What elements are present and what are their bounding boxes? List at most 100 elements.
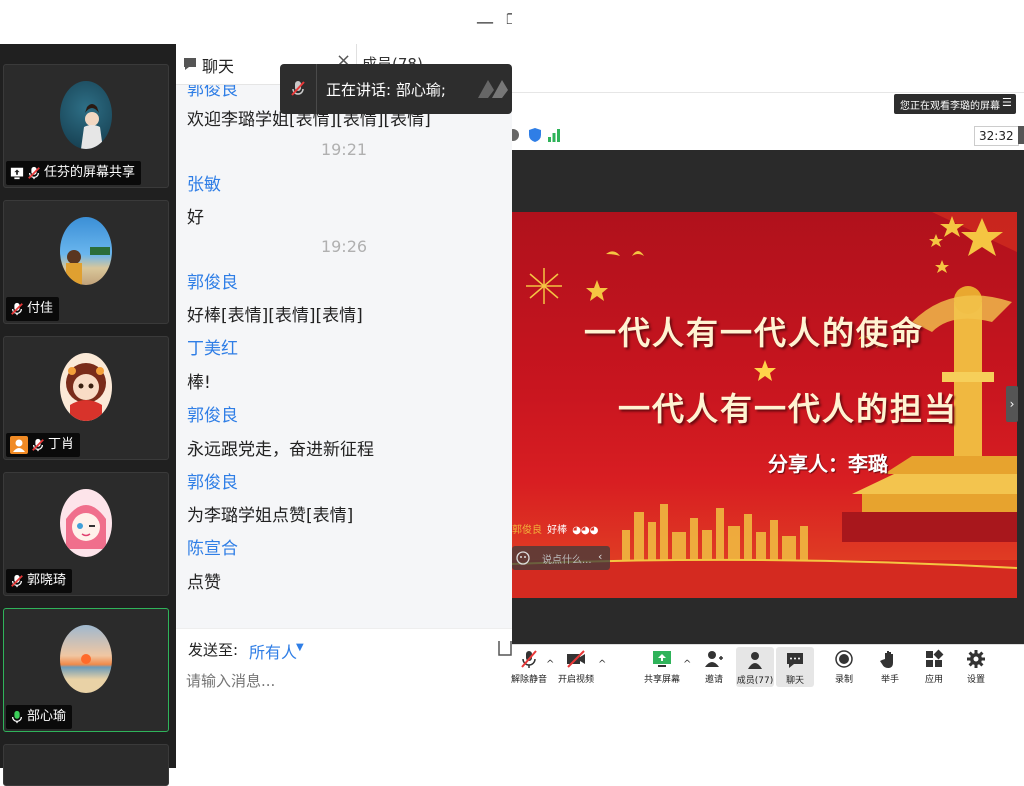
- chevron-up-icon[interactable]: ^: [598, 659, 606, 670]
- slide-title-2: 一代人有一代人的担当: [618, 390, 959, 428]
- participant-namebar: 付佳: [6, 297, 60, 321]
- slide-presenter: 分享人：李璐: [768, 452, 888, 476]
- chevron-up-icon[interactable]: ^: [546, 659, 554, 670]
- message-sender: 陈宣合: [187, 539, 238, 559]
- record-icon: [835, 650, 853, 668]
- video-label: 开启视频: [558, 675, 595, 685]
- speaking-toast: 正在讲话: 部心瑜;: [280, 64, 512, 114]
- message-time: 19:21: [320, 140, 368, 159]
- chevron-down-icon[interactable]: ▼: [296, 642, 304, 653]
- message-sender: 丁美红: [187, 339, 238, 359]
- video-button[interactable]: 开启视频: [558, 649, 594, 685]
- viewing-text: 您正在观看李璐的屏幕: [900, 101, 1000, 112]
- danmu-message: 郭俊良 好棒 ◕◕◕: [512, 518, 606, 538]
- settings-label: 设置: [966, 675, 985, 685]
- send-to-select[interactable]: 所有人: [249, 639, 297, 663]
- raise-hand-label: 举手: [880, 675, 899, 685]
- chat-messages: 郭俊良 欢迎李璐学姐[表情][表情][表情] 19:21 张敏 好 19:26 …: [176, 85, 512, 628]
- chat-button[interactable]: 聊天: [776, 647, 814, 687]
- chat-footer: 发送至: 所有人 ▼: [176, 628, 512, 769]
- title-bar: — ❐: [0, 0, 519, 44]
- mic-muted-icon: [32, 438, 44, 452]
- chevron-up-icon[interactable]: ^: [683, 659, 691, 670]
- chat-icon: [184, 58, 196, 70]
- chat-icon: [787, 653, 803, 668]
- members-button[interactable]: 成员(77): [736, 647, 774, 687]
- chat-label: 聊天: [785, 676, 804, 686]
- apps-icon: [926, 649, 944, 667]
- danmu-input-box[interactable]: 说点什么... ‹: [512, 546, 610, 570]
- invite-icon: [705, 651, 723, 667]
- meeting-window-right: 您正在观看李璐的屏幕 ☰ 32:32 一代人有一代人的使命 一代人有一代人的担当…: [510, 0, 1024, 768]
- message-text: 棒!: [187, 373, 211, 393]
- person-badge-icon: [10, 436, 28, 454]
- participant-namebar: 部心瑜: [6, 705, 73, 729]
- unmute-label: 解除静音: [510, 675, 547, 685]
- slide-title-1: 一代人有一代人的使命: [584, 314, 925, 352]
- invite-button[interactable]: 邀请: [694, 649, 734, 685]
- participant-name: 任芬的屏幕共享: [44, 165, 136, 180]
- raise-hand-button[interactable]: 举手: [870, 649, 910, 685]
- members-label: 成员(77): [736, 676, 774, 686]
- participant-name: 付佳: [27, 301, 54, 316]
- record-label: 录制: [834, 675, 853, 685]
- participant-name: 郭晓琦: [27, 573, 67, 588]
- mic-on-icon: [11, 710, 23, 724]
- message-sender: 郭俊良: [187, 273, 238, 293]
- send-to-label: 发送至:: [188, 641, 239, 659]
- apps-label: 应用: [924, 675, 943, 685]
- record-button[interactable]: 录制: [824, 649, 864, 685]
- settings-button[interactable]: 设置: [956, 649, 996, 685]
- message-input[interactable]: [184, 667, 498, 695]
- message-text: 为李璐学姐点赞[表情]: [187, 506, 354, 526]
- avatar: [60, 625, 112, 693]
- tab-chat[interactable]: 聊天: [202, 53, 234, 77]
- participant-namebar: 丁肖: [6, 433, 81, 457]
- danmu-input-placeholder: 说点什么...: [542, 555, 592, 566]
- shield-icon[interactable]: [528, 127, 542, 143]
- message-sender: 郭俊良: [187, 85, 238, 100]
- participant-name: 部心瑜: [27, 709, 67, 724]
- minimize-button[interactable]: —: [476, 12, 494, 33]
- participant-tiles: 任芬的屏幕共享 付佳 丁肖 郭晓琦 部心瑜: [0, 44, 176, 786]
- info-icon[interactable]: [512, 128, 520, 142]
- avatar: [60, 217, 112, 285]
- video-off-icon: [567, 650, 585, 668]
- danmu-sender: 郭俊良: [512, 525, 542, 536]
- message-text: 好: [187, 208, 204, 228]
- participant-name: 丁肖: [48, 437, 75, 452]
- participant-tile-active[interactable]: 部心瑜: [3, 608, 169, 732]
- mic-muted-icon: [28, 166, 40, 180]
- message-sender: 郭俊良: [187, 406, 238, 426]
- participant-tile[interactable]: 付佳: [3, 200, 169, 324]
- share-screen-button[interactable]: 共享屏幕: [644, 649, 680, 685]
- members-icon: [748, 652, 762, 669]
- meeting-toolbar: 解除静音 ^ 开启视频 ^ 共享屏幕 ^ 邀请 成员(77) 聊天 录制 举手 …: [510, 644, 1024, 695]
- participant-namebar: 郭晓琦: [6, 569, 73, 593]
- mic-muted-icon: [291, 81, 305, 96]
- participant-tile[interactable]: 任芬的屏幕共享: [3, 64, 169, 188]
- shared-slide: 一代人有一代人的使命 一代人有一代人的担当 分享人：李璐 郭俊良 好棒 ◕◕◕ …: [512, 212, 1017, 598]
- share-label: 共享屏幕: [644, 675, 681, 685]
- mic-muted-icon: [521, 650, 537, 668]
- share-screen-icon: [653, 651, 671, 667]
- apps-button[interactable]: 应用: [914, 649, 954, 685]
- screen-share-icon: [10, 167, 24, 180]
- participant-namebar: 任芬的屏幕共享: [6, 161, 142, 185]
- logo-icon: [478, 80, 508, 98]
- message-text: 永远跟党走，奋进新征程: [187, 440, 374, 460]
- meeting-window-left: — ❐ 任芬的屏幕共享 付佳: [0, 0, 519, 786]
- hand-icon: [880, 651, 893, 668]
- participant-tile[interactable]: 郭晓琦: [3, 472, 169, 596]
- message-sender: 郭俊良: [187, 473, 238, 493]
- smiley-icon[interactable]: [516, 551, 530, 565]
- chevron-left-icon[interactable]: ‹: [598, 550, 602, 563]
- participant-tile[interactable]: [3, 744, 169, 786]
- speaking-text: 正在讲话: 部心瑜;: [326, 81, 446, 99]
- participant-tile[interactable]: 丁肖: [3, 336, 169, 460]
- menu-icon[interactable]: ☰: [1002, 96, 1012, 109]
- viewing-banner: 您正在观看李璐的屏幕 ☰: [894, 94, 1016, 114]
- next-page-button[interactable]: ›: [1006, 386, 1018, 422]
- status-bar: 32:32: [512, 122, 1024, 148]
- mic-muted-icon: [11, 574, 23, 588]
